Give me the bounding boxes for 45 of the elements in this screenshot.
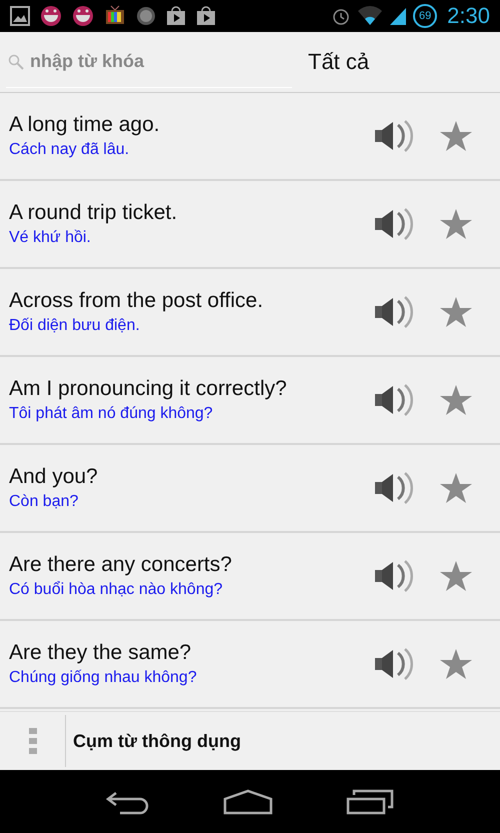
star-icon[interactable] — [439, 120, 473, 152]
phrase-row[interactable]: Are there any concerts? Có buổi hòa nhạc nào không? — [0, 533, 500, 621]
image-icon — [10, 6, 30, 26]
star-icon[interactable] — [439, 560, 473, 592]
star-icon[interactable] — [439, 648, 473, 680]
phrase-text: Are they the same? — [9, 641, 192, 665]
translation-text: Tôi phát âm nó đúng không? — [9, 405, 214, 423]
phrase-row[interactable]: Across from the post office. Đối diện bưu điện. — [0, 269, 500, 357]
phrase-row[interactable]: And you? Còn bạn? — [0, 445, 500, 533]
phrase-text: A long time ago. — [9, 113, 161, 137]
translation-text: Có buổi hòa nhạc nào không? — [9, 581, 224, 599]
translation-text: Chúng giống nhau không? — [9, 669, 198, 687]
star-icon[interactable] — [439, 384, 473, 416]
play-store-icon — [166, 6, 186, 26]
search-field[interactable]: nhập từ khóa — [28, 50, 272, 73]
clock-time: 2:30 — [447, 3, 490, 29]
translation-text: Còn bạn? — [9, 493, 80, 511]
phrase-text: Am I pronouncing it correctly? — [9, 377, 288, 401]
star-icon[interactable] — [439, 208, 473, 240]
tv-icon — [104, 5, 126, 27]
phrase-row[interactable]: A round trip ticket. Vé khứ hồi. — [0, 181, 500, 269]
smiley-icon — [40, 5, 62, 27]
phrase-row[interactable]: Am I pronouncing it correctly? Tôi phát âm nó đúng không? — [0, 357, 500, 445]
home-icon[interactable] — [222, 788, 273, 814]
phrase-row[interactable]: Are they the same? Chúng giống nhau không? — [0, 621, 500, 709]
circle-icon — [136, 6, 156, 26]
battery-level: 69 — [413, 4, 438, 28]
phrase-text: And you? — [9, 465, 99, 489]
recent-apps-icon[interactable] — [346, 788, 394, 814]
smiley-icon — [72, 5, 94, 27]
star-icon[interactable] — [439, 472, 473, 504]
phrase-row[interactable]: A long time ago. Cách nay đã lâu. — [0, 93, 500, 181]
star-icon[interactable] — [439, 296, 473, 328]
wifi-icon — [357, 6, 384, 26]
filter-dropdown[interactable]: Tất cả — [308, 49, 370, 75]
phrase-text: Are there any concerts? — [9, 553, 233, 577]
translation-text: Cách nay đã lâu. — [9, 141, 130, 159]
play-store-icon — [196, 6, 216, 26]
phrase-text: A round trip ticket. — [9, 201, 178, 225]
translation-text: Đối diện bưu điện. — [9, 317, 141, 335]
translation-text: Vé khứ hồi. — [9, 229, 92, 247]
signal-icon — [389, 6, 408, 26]
phrase-text: Across from the post office. — [9, 289, 264, 313]
search-icon — [8, 54, 24, 70]
section-title: Cụm từ thông dụng — [73, 730, 241, 752]
